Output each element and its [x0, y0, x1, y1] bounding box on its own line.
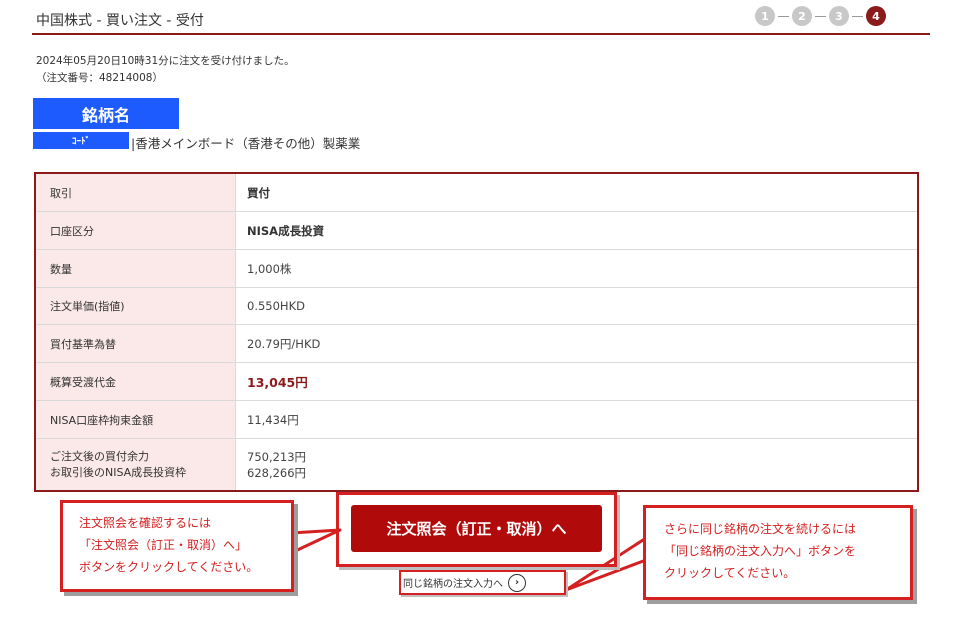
- step-3: 3: [829, 6, 849, 26]
- order-number: （注文番号：48214008）: [36, 72, 163, 84]
- same-stock-order-link[interactable]: 同じ銘柄の注文入力へ ›: [403, 573, 526, 592]
- row-label: 数量: [36, 250, 236, 287]
- callout-line: 「同じ銘柄の注文入力へ」ボタンを: [664, 544, 857, 558]
- title-divider: [32, 33, 930, 35]
- row-value: 13,045円: [247, 375, 308, 390]
- table-row: 口座区分 NISA成長投資: [36, 212, 917, 250]
- row-value-line: 628,266円: [247, 465, 307, 480]
- market-info: |香港メインボード（香港その他）製薬業: [131, 136, 361, 151]
- main-button-highlight: 注文照会（訂正・取消）へ: [336, 492, 617, 567]
- step-separator: [852, 15, 863, 17]
- row-value: 11,434円: [247, 412, 299, 427]
- same-stock-order-link-label: 同じ銘柄の注文入力へ: [403, 579, 503, 590]
- row-label: 注文単価(指値): [36, 288, 236, 324]
- stock-name-badge: 銘柄名: [33, 98, 179, 129]
- callout-right: さらに同じ銘柄の注文を続けるには 「同じ銘柄の注文入力へ」ボタンを クリックして…: [643, 505, 913, 600]
- row-label: 概算受渡代金: [36, 363, 236, 400]
- row-label-line: お取引後のNISA成長投資枠: [50, 465, 187, 479]
- table-row: NISA口座枠拘束金額 11,434円: [36, 401, 917, 439]
- table-row: 数量 1,000株: [36, 250, 917, 288]
- table-row: 取引 買付: [36, 174, 917, 212]
- row-value: 1,000株: [247, 261, 292, 276]
- row-label-line: ご注文後の買付余力: [50, 449, 149, 463]
- callout-line: さらに同じ銘柄の注文を続けるには: [664, 522, 857, 536]
- callout-line: 「注文照会（訂正・取消）へ」: [79, 538, 248, 552]
- row-value-line: 750,213円: [247, 449, 307, 464]
- table-row: 買付基準為替 20.79円/HKD: [36, 325, 917, 363]
- step-1: 1: [755, 6, 775, 26]
- callout-left-tail: [289, 528, 342, 555]
- row-label: 買付基準為替: [36, 325, 236, 362]
- table-row: 概算受渡代金 13,045円: [36, 363, 917, 401]
- receipt-message: 2024年05月20日10時31分に注文を受け付けました。: [36, 55, 295, 67]
- callout-line: 注文照会を確認するには: [79, 516, 212, 530]
- row-label: 取引: [36, 174, 236, 211]
- same-stock-link-highlight: 同じ銘柄の注文入力へ ›: [399, 570, 566, 595]
- step-separator: [815, 15, 826, 17]
- order-inquiry-button[interactable]: 注文照会（訂正・取消）へ: [351, 505, 602, 552]
- page-title: 中国株式 - 買い注文 - 受付: [36, 13, 204, 29]
- row-value: 買付: [247, 185, 270, 200]
- order-details-table: 取引 買付 口座区分 NISA成長投資 数量 1,000株 注文単価(指値) 0…: [34, 172, 919, 492]
- callout-line: クリックしてください。: [664, 566, 796, 580]
- callout-line: ボタンをクリックしてください。: [79, 560, 259, 574]
- step-4-current: 4: [866, 6, 886, 26]
- stock-code-badge: ｺｰﾄﾞ: [33, 132, 129, 149]
- row-label: NISA口座枠拘束金額: [36, 401, 236, 438]
- step-indicator: 1 2 3 4: [755, 6, 886, 26]
- step-2: 2: [792, 6, 812, 26]
- step-separator: [778, 15, 789, 17]
- row-label: ご注文後の買付余力 お取引後のNISA成長投資枠: [36, 439, 236, 490]
- row-value: 20.79円/HKD: [247, 336, 321, 351]
- row-value: 0.550HKD: [247, 299, 305, 313]
- callout-left: 注文照会を確認するには 「注文照会（訂正・取消）へ」 ボタンをクリックしてくださ…: [60, 500, 294, 592]
- row-label: 口座区分: [36, 212, 236, 249]
- chevron-right-icon: ›: [508, 573, 526, 592]
- row-value: NISA成長投資: [247, 223, 325, 238]
- table-row: ご注文後の買付余力 お取引後のNISA成長投資枠 750,213円 628,26…: [36, 439, 917, 490]
- row-value: 750,213円 628,266円: [236, 439, 917, 490]
- table-row: 注文単価(指値) 0.550HKD: [36, 288, 917, 325]
